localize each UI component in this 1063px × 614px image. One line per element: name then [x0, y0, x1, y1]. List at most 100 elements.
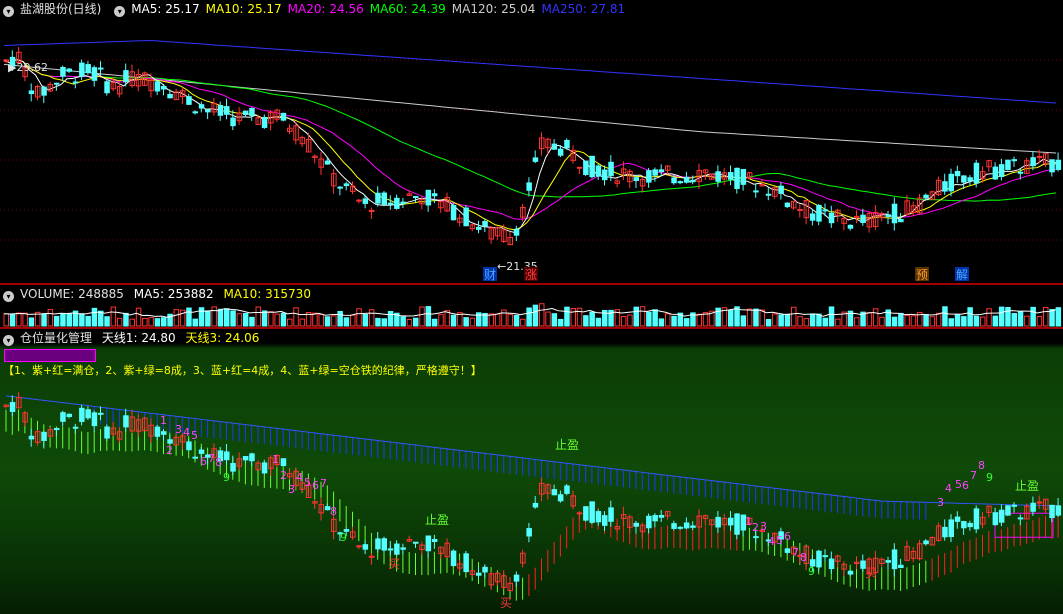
- price-candle: [261, 117, 268, 128]
- collapse-icon[interactable]: ▾: [3, 6, 14, 17]
- indicator-candle: [79, 407, 85, 422]
- collapse-icon[interactable]: ▾: [3, 291, 14, 302]
- count-label: 8: [978, 459, 985, 472]
- volume-bar: [627, 314, 633, 327]
- price-candle: [343, 183, 350, 187]
- collapse-icon[interactable]: ▾: [3, 335, 14, 346]
- settings-icon[interactable]: ▾: [114, 6, 126, 17]
- price-candle: [967, 177, 973, 182]
- price-candle: [425, 189, 432, 206]
- volume-bar: [431, 318, 438, 327]
- volume-panel-header: ▾ VOLUME: 248885 MA5: 253882 MA10: 315730: [0, 285, 317, 303]
- volume-bar: [337, 310, 343, 327]
- indicator-candle: [589, 501, 595, 523]
- volume-ma5: MA5: 253882: [133, 287, 214, 301]
- volume-bar: [595, 317, 602, 327]
- ma-legend-item: MA20: 24.56: [287, 2, 364, 16]
- volume-bar: [287, 318, 293, 327]
- volume-bar: [192, 318, 198, 327]
- price-candle: [463, 207, 469, 227]
- indicator-candle: [595, 511, 602, 523]
- price-candle: [356, 199, 362, 202]
- price-candle: [646, 170, 652, 183]
- volume-bar: [1024, 315, 1030, 327]
- volume-bar: [66, 313, 72, 327]
- volume-bar: [973, 315, 980, 327]
- price-candle: [91, 67, 98, 81]
- volume-bar: [1005, 307, 1011, 327]
- indicator-candle: [431, 538, 438, 542]
- volume-bar: [186, 307, 192, 327]
- indicator-candle: [847, 570, 854, 575]
- volume-bar: [53, 315, 60, 327]
- volume-bar: [469, 317, 476, 327]
- volume-bar: [41, 313, 47, 327]
- indicator-panel[interactable]: 1 2 3 4 5 6 7 8 9 1 2 3 4 5 6 7 8 9 1 2 3 4 5 6 7 8 9 3 4 5 6 7 8 9 买买买止盈止…: [0, 329, 1063, 614]
- indicator-candle: [463, 553, 469, 573]
- position-legend-box: [4, 349, 96, 362]
- indicator-candle: [671, 523, 677, 529]
- volume-bar: [1030, 306, 1036, 327]
- count-label: 1: [160, 414, 167, 427]
- volume-bar: [217, 308, 224, 327]
- indicator-candle: [85, 409, 91, 419]
- indicator-candle: [161, 431, 167, 435]
- ma10-line: [3, 58, 1057, 231]
- price-candle: [677, 181, 684, 184]
- price-candle: [362, 198, 369, 204]
- volume-bar: [22, 312, 28, 327]
- volume-bar: [520, 318, 526, 327]
- indicator-candle: [1055, 505, 1062, 516]
- indicator-panel-header: ▾ 仓位量化管理 天线1: 24.80 天线3: 24.06: [0, 329, 265, 347]
- price-candle: [973, 162, 980, 184]
- price-candle: [85, 64, 91, 74]
- price-candle: [728, 172, 734, 180]
- volume-bar: [967, 307, 973, 327]
- indicator-candle: [400, 547, 406, 550]
- price-candle: [809, 213, 816, 221]
- indicator-candle: [923, 540, 929, 545]
- ma-legend-item: MA10: 25.17: [205, 2, 282, 16]
- price-candle: [652, 169, 658, 176]
- volume-bar: [450, 314, 457, 327]
- line1-value: 天线1: 24.80: [101, 331, 176, 345]
- indicator-candle: [387, 548, 394, 551]
- volume-bar: [633, 306, 639, 327]
- volume-bar: [728, 309, 734, 327]
- volume-bar: [797, 316, 803, 327]
- volume-bar: [658, 318, 665, 327]
- price-candle: [822, 209, 828, 212]
- price-chart[interactable]: ▶29.62←21.35财涨预解: [0, 0, 1063, 283]
- count-label: 6: [200, 455, 207, 468]
- indicator-candle: [28, 435, 35, 440]
- ma250-line: [3, 39, 1057, 104]
- price-panel[interactable]: ▶29.62 ←21.35 财涨预解 ▾ 盐湖股份(日线) ▾ MA5: 25.17 MA…: [0, 0, 1063, 283]
- high-price-label: ▶29.62: [8, 61, 48, 74]
- volume-ma10: MA10: 315730: [223, 287, 311, 301]
- buy-signal: 买: [388, 557, 400, 571]
- volume-bar: [696, 313, 702, 327]
- volume-bar: [406, 318, 413, 327]
- count-label: 1: [745, 515, 752, 528]
- price-candle: [482, 221, 488, 227]
- price-candle: [1030, 157, 1036, 167]
- indicator-candle: [602, 515, 608, 526]
- count-label: 7: [320, 477, 327, 490]
- volume-panel[interactable]: ▾ VOLUME: 248885 MA5: 253882 MA10: 315730: [0, 285, 1063, 327]
- volume-bar: [274, 313, 280, 327]
- price-candle: [41, 86, 47, 96]
- indicator-candle: [576, 512, 583, 515]
- price-candle: [79, 62, 85, 77]
- indicator-candle: [198, 449, 205, 454]
- volume-bar: [356, 308, 362, 327]
- volume-bar: [879, 316, 885, 327]
- count-label: 4: [945, 482, 952, 495]
- price-candle: [753, 190, 759, 193]
- price-candle: [797, 209, 803, 212]
- volume-bar: [828, 306, 835, 327]
- volume-bar: [872, 308, 879, 327]
- count-label: 4: [296, 471, 303, 484]
- volume-bar: [948, 318, 954, 327]
- price-candle: [198, 104, 205, 109]
- volume-bar: [746, 308, 753, 327]
